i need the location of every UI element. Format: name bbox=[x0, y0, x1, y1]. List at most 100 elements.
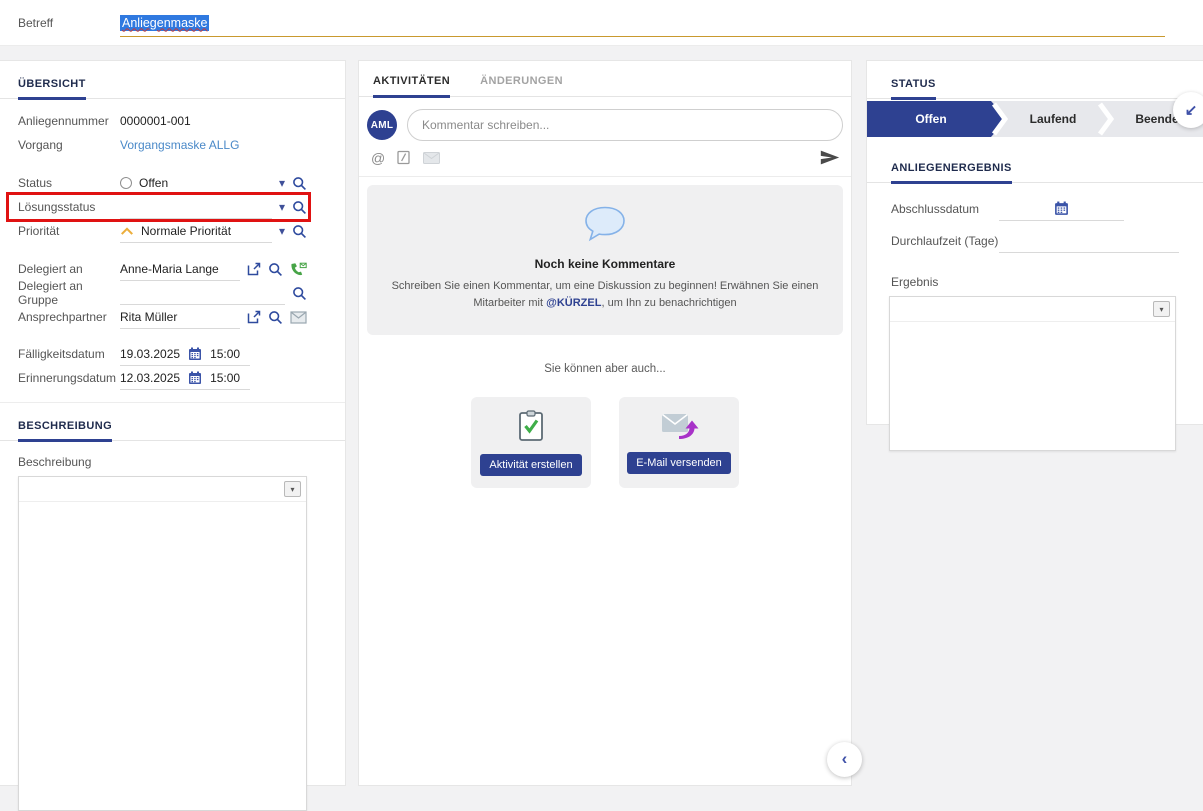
beschreibung-toolbar: ▾ bbox=[19, 477, 306, 502]
tab-aenderungen[interactable]: ÄNDERUNGEN bbox=[480, 61, 563, 96]
subject-input[interactable]: Anliegenmaske bbox=[120, 9, 1165, 37]
chevron-left-icon: ‹ bbox=[842, 749, 848, 769]
chevron-separator-icon bbox=[1097, 101, 1115, 137]
status-caret-down-icon[interactable]: ▾ bbox=[279, 177, 285, 189]
status-step-laufend[interactable]: Laufend bbox=[1009, 101, 1097, 137]
ergebnis-editor: ▾ bbox=[889, 296, 1176, 451]
ergebnis-toolbar: ▾ bbox=[890, 297, 1175, 322]
prioritaet-caret-down-icon[interactable]: ▾ bbox=[279, 225, 285, 237]
anliegennummer-label: Anliegennummer bbox=[18, 114, 120, 128]
section-header-beschreibung: BESCHREIBUNG bbox=[0, 402, 345, 441]
send-email-button[interactable]: E-Mail versenden bbox=[627, 452, 731, 474]
create-activity-card: Aktivität erstellen bbox=[471, 397, 591, 488]
email-attach-icon[interactable] bbox=[423, 152, 440, 164]
clipboard-check-icon bbox=[518, 410, 544, 442]
abschlussdatum-field[interactable] bbox=[999, 197, 1124, 221]
overview-panel: ÜBERSICHT Anliegennummer 0000001-001 Vor… bbox=[0, 60, 346, 786]
section-header-status: STATUS bbox=[867, 61, 1203, 99]
mention-icon[interactable]: @ bbox=[371, 150, 385, 166]
section-title-uebersicht: ÜBERSICHT bbox=[18, 78, 86, 100]
comment-input[interactable] bbox=[407, 109, 843, 141]
avatar: AML bbox=[367, 110, 397, 140]
field-row-durchlaufzeit: Durchlaufzeit (Tage) bbox=[891, 229, 1179, 253]
prioritaet-search-icon[interactable] bbox=[292, 224, 307, 239]
ergebnis-label: Ergebnis bbox=[891, 275, 1179, 289]
comment-composer: AML bbox=[359, 97, 851, 141]
delegiert-an-value: Anne-Maria Lange bbox=[120, 262, 219, 276]
erinnerungsdatum-time: 15:00 bbox=[210, 371, 240, 385]
field-row-loesungsstatus: Lösungsstatus ▾ bbox=[18, 195, 307, 219]
empty-state-title: Noch keine Kommentare bbox=[391, 257, 819, 271]
status-value: Offen bbox=[139, 176, 168, 190]
tab-aktivitaeten[interactable]: AKTIVITÄTEN bbox=[373, 61, 450, 98]
ansprechpartner-open-record-icon[interactable] bbox=[247, 310, 261, 324]
loesungsstatus-search-icon[interactable] bbox=[292, 200, 307, 215]
durchlaufzeit-field[interactable] bbox=[999, 229, 1179, 253]
field-row-abschlussdatum: Abschlussdatum bbox=[891, 197, 1179, 221]
create-activity-button[interactable]: Aktivität erstellen bbox=[480, 454, 581, 476]
field-row-prioritaet: Priorität Normale Priorität ▾ bbox=[18, 219, 307, 243]
ergebnis-toolbar-dropdown-icon[interactable]: ▾ bbox=[1153, 301, 1170, 317]
quick-actions: Aktivität erstellen E-Mail versenden bbox=[359, 397, 851, 488]
ergebnis-textarea[interactable] bbox=[890, 322, 1175, 450]
delegiert-an-search-icon[interactable] bbox=[268, 262, 283, 277]
priority-chevron-up-icon bbox=[120, 226, 134, 236]
field-row-delegiert-gruppe: Delegiert an Gruppe bbox=[18, 281, 307, 305]
field-row-ansprechpartner: Ansprechpartner Rita Müller bbox=[18, 305, 307, 329]
status-field[interactable]: Offen bbox=[120, 171, 272, 195]
activities-panel: AKTIVITÄTEN ÄNDERUNGEN AML @ Noch keine … bbox=[358, 60, 852, 786]
ansprechpartner-search-icon[interactable] bbox=[268, 310, 283, 325]
beschreibung-textarea[interactable] bbox=[19, 502, 306, 810]
also-text: Sie können aber auch... bbox=[359, 363, 851, 375]
section-title-anliegenergebnis: ANLIEGENERGEBNIS bbox=[891, 162, 1012, 184]
subject-selected-text: Anliegenmaske bbox=[120, 15, 209, 31]
send-email-card: E-Mail versenden bbox=[619, 397, 739, 488]
delegiert-an-phone-mail-icon[interactable] bbox=[290, 262, 307, 277]
beschreibung-toolbar-dropdown-icon[interactable]: ▾ bbox=[284, 481, 301, 497]
durchlaufzeit-label: Durchlaufzeit (Tage) bbox=[891, 234, 999, 248]
faelligkeitsdatum-field[interactable]: 19.03.2025 15:00 bbox=[120, 342, 250, 366]
status-stepper: Offen Laufend Beendet ↙ bbox=[867, 101, 1203, 137]
abschlussdatum-label: Abschlussdatum bbox=[891, 202, 999, 216]
note-icon[interactable] bbox=[397, 150, 411, 165]
section-header-uebersicht: ÜBERSICHT bbox=[0, 61, 345, 99]
field-row-status: Status Offen ▾ bbox=[18, 171, 307, 195]
collapse-panel-button[interactable]: ‹ bbox=[827, 742, 862, 777]
vorgang-link[interactable]: Vorgangsmaske ALLG bbox=[120, 138, 239, 152]
no-comments-empty-state: Noch keine Kommentare Schreiben Sie eine… bbox=[367, 185, 843, 335]
field-row-erinnerungsdatum: Erinnerungsdatum 12.03.2025 15:00 bbox=[18, 366, 307, 390]
ansprechpartner-email-icon[interactable] bbox=[290, 311, 307, 324]
email-send-icon bbox=[659, 410, 699, 440]
erinnerungsdatum-date: 12.03.2025 bbox=[120, 371, 180, 385]
field-row-anliegennummer: Anliegennummer 0000001-001 bbox=[18, 109, 307, 133]
mention-kuerzel: @KÜRZEL bbox=[546, 297, 601, 309]
collapse-status-button[interactable]: ↙ bbox=[1173, 92, 1203, 128]
vorgang-label: Vorgang bbox=[18, 138, 120, 152]
prioritaet-field[interactable]: Normale Priorität bbox=[120, 219, 272, 243]
erinnerungsdatum-calendar-icon[interactable] bbox=[188, 371, 202, 385]
send-comment-icon[interactable] bbox=[819, 149, 841, 166]
field-row-faelligkeitsdatum: Fälligkeitsdatum 19.03.2025 15:00 bbox=[18, 342, 307, 366]
field-row-delegiert-an: Delegiert an Anne-Maria Lange bbox=[18, 257, 307, 281]
loesungsstatus-caret-down-icon[interactable]: ▾ bbox=[279, 201, 285, 213]
delegiert-an-open-record-icon[interactable] bbox=[247, 262, 261, 276]
delegiert-an-field[interactable]: Anne-Maria Lange bbox=[120, 257, 240, 281]
status-search-icon[interactable] bbox=[292, 176, 307, 191]
prioritaet-value: Normale Priorität bbox=[141, 224, 231, 238]
erinnerungsdatum-label: Erinnerungsdatum bbox=[18, 371, 120, 385]
abschlussdatum-calendar-icon[interactable] bbox=[1054, 201, 1069, 216]
erinnerungsdatum-field[interactable]: 12.03.2025 15:00 bbox=[120, 366, 250, 390]
status-step-offen[interactable]: Offen bbox=[867, 101, 1007, 137]
delegiert-gruppe-field[interactable] bbox=[120, 281, 285, 305]
loesungsstatus-field[interactable] bbox=[120, 195, 272, 219]
faelligkeitsdatum-calendar-icon[interactable] bbox=[188, 347, 202, 361]
status-panel: STATUS Offen Laufend Beendet ↙ ANLIEGENE… bbox=[866, 60, 1203, 425]
delegiert-gruppe-search-icon[interactable] bbox=[292, 286, 307, 301]
ansprechpartner-field[interactable]: Rita Müller bbox=[120, 305, 240, 329]
faelligkeitsdatum-date: 19.03.2025 bbox=[120, 347, 180, 361]
section-title-beschreibung: BESCHREIBUNG bbox=[18, 420, 112, 442]
faelligkeitsdatum-label: Fälligkeitsdatum bbox=[18, 347, 120, 361]
field-row-vorgang: Vorgang Vorgangsmaske ALLG bbox=[18, 133, 307, 157]
empty-text-after: , um Ihn zu benachrichtigen bbox=[601, 297, 736, 309]
loesungsstatus-label: Lösungsstatus bbox=[18, 200, 120, 214]
